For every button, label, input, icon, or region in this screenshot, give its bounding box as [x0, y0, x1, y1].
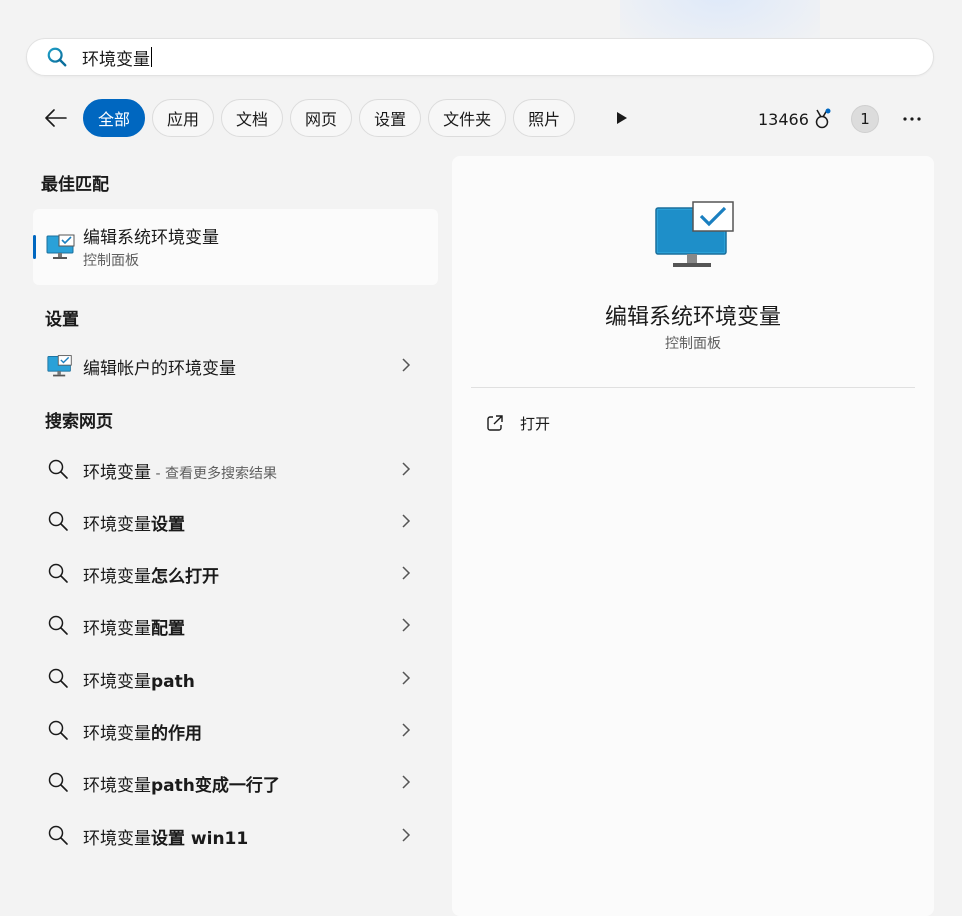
monitor-check-icon — [46, 234, 75, 259]
web-result[interactable]: 环境变量 - 查看更多搜索结果 — [33, 446, 438, 492]
account-badge[interactable]: 1 — [851, 105, 879, 133]
play-icon — [617, 112, 627, 124]
web-result[interactable]: 环境变量path变成一行了 — [33, 759, 438, 805]
search-icon — [47, 47, 67, 67]
chevron-right-icon — [402, 828, 411, 842]
web-result-label: 环境变量设置 win11 — [83, 824, 248, 849]
web-result-suggestion: 设置 — [151, 515, 185, 535]
web-result-hint: - 查看更多搜索结果 — [151, 466, 277, 482]
chip-all[interactable]: 全部 — [83, 99, 146, 137]
search-icon — [48, 825, 68, 845]
search-icon — [48, 668, 68, 688]
back-arrow-icon — [45, 109, 67, 127]
web-result-query: 环境变量 — [83, 829, 151, 849]
chip-photos[interactable]: 照片 — [513, 99, 576, 137]
web-result-label: 环境变量path — [83, 667, 195, 692]
chevron-right-icon — [402, 566, 411, 580]
chevron-right-icon — [402, 514, 411, 528]
more-icon — [903, 117, 921, 121]
web-result[interactable]: 环境变量设置 win11 — [33, 812, 438, 858]
search-icon — [48, 720, 68, 740]
best-match-subtitle: 控制面板 — [83, 253, 139, 269]
open-external-icon — [487, 415, 503, 431]
open-action-label: 打开 — [520, 414, 551, 433]
chip-documents[interactable]: 文档 — [221, 99, 284, 137]
web-result-label: 环境变量 - 查看更多搜索结果 — [83, 458, 277, 483]
section-settings: 设置 — [45, 310, 79, 330]
web-result-suggestion: path — [151, 672, 195, 692]
chevron-right-icon — [402, 775, 411, 789]
web-result-suggestion: 配置 — [151, 619, 185, 639]
search-icon — [48, 615, 68, 635]
chevron-right-icon — [402, 671, 411, 685]
web-result-label: 环境变量path变成一行了 — [83, 771, 280, 796]
chip-folders[interactable]: 文件夹 — [428, 99, 507, 137]
web-result-label: 环境变量的作用 — [83, 719, 202, 744]
web-result-suggestion: path变成一行了 — [151, 776, 280, 796]
chip-apps[interactable]: 应用 — [152, 99, 215, 137]
chevron-right-icon — [402, 358, 411, 372]
selection-indicator — [33, 235, 36, 259]
web-result-suggestion: 的作用 — [151, 724, 202, 744]
best-match-title: 编辑系统环境变量 — [83, 228, 219, 248]
web-result-label: 环境变量设置 — [83, 510, 185, 535]
preview-subtitle: 控制面板 — [665, 336, 721, 352]
monitor-check-icon — [655, 201, 734, 267]
settings-result-edit-account-env[interactable]: 编辑帐户的环境变量 — [33, 342, 438, 388]
preview-title: 编辑系统环境变量 — [604, 305, 781, 330]
web-result[interactable]: 环境变量的作用 — [33, 707, 438, 753]
web-result[interactable]: 环境变量path — [33, 655, 438, 701]
best-match-result[interactable]: 编辑系统环境变量 控制面板 — [33, 209, 438, 285]
rewards-icon — [815, 108, 831, 129]
back-button[interactable] — [40, 102, 72, 134]
web-result-query: 环境变量 — [83, 776, 151, 796]
rewards-points-value: 13466 — [758, 109, 809, 129]
section-best-match: 最佳匹配 — [41, 175, 109, 195]
search-input[interactable] — [82, 47, 382, 67]
text-caret — [151, 47, 152, 67]
search-icon — [48, 563, 68, 583]
more-filters-button[interactable] — [608, 104, 636, 132]
web-result-query: 环境变量 — [83, 515, 151, 535]
search-icon — [48, 459, 68, 479]
filter-chips: 全部 应用 文档 网页 设置 文件夹 照片 — [83, 99, 582, 137]
settings-result-label: 编辑帐户的环境变量 — [83, 359, 236, 379]
web-result-suggestion: 设置 win11 — [151, 829, 249, 849]
open-action[interactable]: 打开 — [472, 406, 912, 440]
rewards-points[interactable]: 13466 — [758, 108, 832, 130]
more-options-button[interactable] — [896, 104, 928, 134]
web-result-suggestion: 怎么打开 — [151, 567, 219, 587]
web-result-query: 环境变量 — [83, 672, 151, 692]
search-icon — [48, 772, 68, 792]
web-result[interactable]: 环境变量怎么打开 — [33, 550, 438, 596]
chip-settings[interactable]: 设置 — [359, 99, 422, 137]
web-result-query: 环境变量 — [83, 567, 151, 587]
chevron-right-icon — [402, 618, 411, 632]
web-result-query: 环境变量 — [83, 724, 151, 744]
monitor-check-icon — [47, 355, 72, 377]
divider — [471, 387, 915, 388]
web-result-label: 环境变量怎么打开 — [83, 562, 219, 587]
section-web-search: 搜索网页 — [45, 412, 113, 432]
chevron-right-icon — [402, 723, 411, 737]
web-result-query: 环境变量 — [83, 619, 151, 639]
web-result-label: 环境变量配置 — [83, 614, 185, 639]
web-result-query: 环境变量 — [83, 463, 151, 483]
search-box[interactable] — [26, 38, 934, 76]
preview-panel: 编辑系统环境变量 控制面板 打开 — [452, 156, 934, 916]
chip-web[interactable]: 网页 — [290, 99, 353, 137]
search-icon — [48, 511, 68, 531]
chevron-right-icon — [402, 462, 411, 476]
web-result[interactable]: 环境变量设置 — [33, 498, 438, 544]
web-result[interactable]: 环境变量配置 — [33, 602, 438, 648]
